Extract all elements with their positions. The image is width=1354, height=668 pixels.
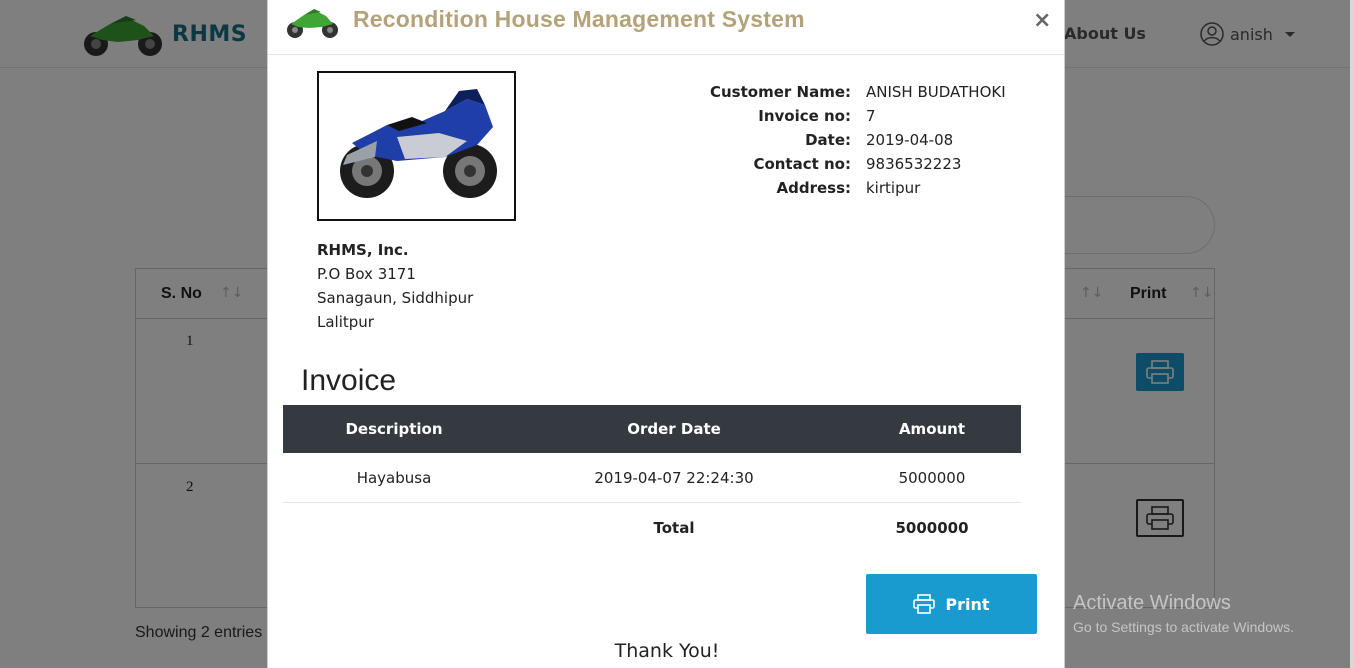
column-header-amount: Amount: [898, 420, 966, 438]
table-row: Hayabusa 2019-04-07 22:24:30 5000000: [283, 453, 1021, 503]
invoice-heading: Invoice: [301, 364, 397, 397]
company-name: RHMS, Inc.: [317, 241, 409, 259]
address-label: Address:: [776, 179, 851, 197]
motorbike-logo-icon: [287, 9, 338, 38]
invoice-no-row: Invoice no: 7: [688, 104, 1006, 128]
total-amount: 5000000: [895, 519, 969, 537]
windows-activation-watermark: Activate Windows Go to Settings to activ…: [1073, 592, 1294, 635]
scrollbar[interactable]: [1350, 0, 1354, 668]
date-value: 2019-04-08: [866, 131, 954, 149]
invoice-no-label: Invoice no:: [758, 107, 851, 125]
company-address-line: P.O Box 3171: [317, 265, 416, 283]
cell-amount: 5000000: [898, 468, 966, 487]
customer-details: Customer Name: ANISH BUDATHOKI Invoice n…: [688, 80, 1006, 200]
cell-order-date: 2019-04-07 22:24:30: [594, 468, 754, 487]
company-address-line: Sanagaun, Siddhipur: [317, 289, 474, 307]
column-header-order-date: Order Date: [627, 420, 721, 438]
invoice-table: Description Order Date Amount Hayabusa 2…: [283, 405, 1021, 553]
contact-label: Contact no:: [753, 155, 851, 173]
invoice-no-value: 7: [866, 107, 876, 125]
close-icon[interactable]: ×: [1033, 8, 1051, 33]
modal-header: Recondition House Management System ×: [268, 0, 1064, 55]
watermark-title: Activate Windows: [1073, 592, 1231, 614]
invoice-table-header: Description Order Date Amount: [283, 405, 1021, 453]
total-row: Total 5000000: [283, 503, 1021, 553]
total-label: Total: [653, 519, 695, 537]
printer-icon: [913, 594, 936, 614]
watermark-subtitle: Go to Settings to activate Windows.: [1073, 619, 1294, 635]
date-row: Date: 2019-04-08: [688, 128, 1006, 152]
address-row: Address: kirtipur: [688, 176, 1006, 200]
cell-description: Hayabusa: [356, 468, 432, 487]
company-address-line: Lalitpur: [317, 313, 374, 331]
motorcycle-photo: [339, 89, 497, 198]
thank-you-text: Thank You!: [614, 640, 720, 662]
modal-title: Recondition House Management System: [353, 6, 805, 32]
invoice-modal: Recondition House Management System × RH…: [267, 0, 1065, 668]
date-label: Date:: [805, 131, 851, 149]
contact-row: Contact no: 9836532223: [688, 152, 1006, 176]
column-header-description: Description: [345, 420, 443, 438]
bike-image: [317, 71, 516, 221]
company-address: RHMS, Inc. P.O Box 3171 Sanagaun, Siddhi…: [317, 238, 473, 334]
contact-value: 9836532223: [866, 155, 962, 173]
print-button-label: Print: [945, 594, 990, 614]
print-button[interactable]: Print: [866, 574, 1037, 634]
customer-name-row: Customer Name: ANISH BUDATHOKI: [688, 80, 1006, 104]
customer-name-value: ANISH BUDATHOKI: [866, 83, 1006, 101]
customer-name-label: Customer Name:: [710, 83, 851, 101]
address-value: kirtipur: [866, 179, 921, 197]
